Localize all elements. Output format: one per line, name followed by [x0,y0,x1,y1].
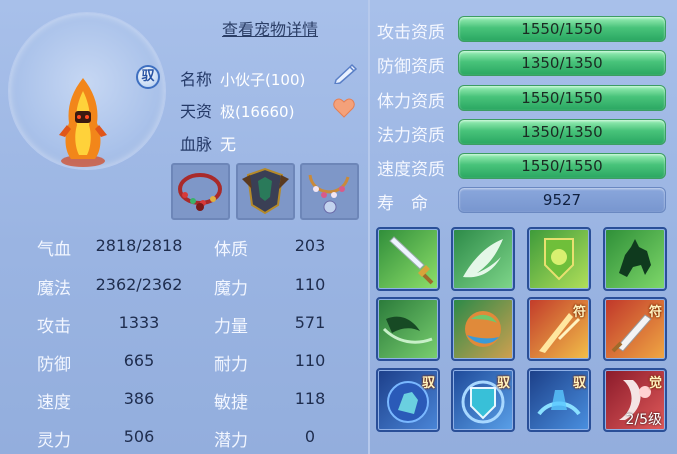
aptitude-label-speed: 速度资质 [377,160,445,180]
stat-label-agility: 敏捷 [214,393,248,413]
skill-blade-talisman[interactable]: 符 [603,297,667,361]
skill-shield-buff[interactable] [527,227,591,291]
stat-label-constitution: 体质 [214,240,248,260]
blood-label: 血脉 [180,135,213,154]
aptitude-value-defense: 1350/1350 [521,54,603,72]
pet-name-row: 名称 小伙子(100) [180,66,305,90]
pet-blood-row: 血脉无 [180,131,236,155]
stat-label-endurance: 耐力 [214,355,248,375]
stat-value-magic-power: 110 [294,275,326,294]
name-value: 小伙子(100) [220,71,306,89]
stat-label-speed: 速度 [37,393,71,413]
stat-value-spirit: 506 [123,427,155,446]
aptitude-value-attack: 1550/1550 [521,20,603,38]
stat-value-defense: 665 [123,351,155,370]
skill-awakening[interactable]: 觉 2/5级 [603,368,667,432]
aptitude-label-stamina: 体力资质 [377,92,445,112]
pet-panel: 驭 查看宠物详情 名称 小伙子(100) 天资 极(16660) 血脉无 气血 … [0,0,677,454]
life-value: 9527 [542,191,582,209]
blood-value: 无 [220,135,237,154]
edit-name-icon[interactable] [330,62,360,84]
stat-label-strength: 力量 [214,317,248,337]
aptitude-bar-magic: 1350/1350 [458,119,666,145]
stat-value-speed: 386 [123,389,155,408]
life-bar: 9527 [458,187,666,213]
aptitude-label-magic: 法力资质 [377,126,445,146]
sword-icon [389,236,434,285]
aptitude-value-speed: 1550/1550 [521,157,603,175]
stat-label-potential: 潜力 [214,431,248,451]
panel-divider [368,0,370,454]
elements-orb-icon [465,311,501,347]
pet-portrait: 驭 [8,12,166,170]
skill-sword-slash[interactable] [376,227,440,291]
name-label: 名称 [180,70,213,89]
stat-value-mp: 2362/2362 [95,275,183,294]
wing-icon [463,239,503,278]
awaken-badge: 觉 [648,376,662,391]
equip-slot-armor[interactable] [236,163,295,220]
stat-value-constitution: 203 [294,236,326,255]
talisman-badge: 符 [572,305,586,320]
stat-label-spirit: 灵力 [37,431,71,451]
stat-label-hp: 气血 [37,240,71,260]
stat-value-attack: 1333 [118,313,160,332]
aptitude-label-defense: 防御资质 [377,57,445,77]
aptitude-bar-defense: 1350/1350 [458,50,666,76]
claw-icon [382,316,433,344]
stat-label-mp: 魔法 [37,279,71,299]
pet-talent-row: 天资 极(16660) [180,98,294,122]
aptitude-bar-speed: 1550/1550 [458,153,666,179]
stat-value-strength: 571 [294,313,326,332]
skill-claw[interactable] [376,297,440,361]
skill-spirit-wave[interactable]: 驭 [527,368,591,432]
dark-armor-icon [242,167,289,215]
red-necklace-icon [178,173,222,211]
aptitude-value-magic: 1350/1350 [521,123,603,141]
stat-label-magic-power: 魔力 [214,279,248,299]
stat-value-potential: 0 [304,427,316,446]
talent-value: 极(16660) [220,103,295,121]
aptitude-bar-stamina: 1550/1550 [458,85,666,111]
equip-slot-necklace-pearl[interactable] [300,163,359,220]
fire-pet-icon [59,78,107,167]
stat-value-hp: 2818/2818 [95,236,183,255]
skill-fire-talisman[interactable]: 符 [527,297,591,361]
talisman-badge: 符 [648,305,662,320]
skill-water-beast[interactable]: 驭 [376,368,440,432]
aptitude-bar-attack: 1550/1550 [458,16,666,42]
emblem-shield-icon [544,238,574,281]
heart-icon[interactable] [333,98,355,118]
stat-label-attack: 攻击 [37,317,71,337]
tame-badge-icon[interactable]: 驭 [136,65,160,89]
tame-badge: 驭 [421,376,435,391]
pet-detail-link[interactable]: 查看宠物详情 [222,16,318,40]
stat-value-endurance: 110 [294,351,326,370]
stat-value-agility: 118 [294,389,326,408]
aptitude-label-attack: 攻击资质 [377,23,445,43]
beast-icon [619,239,651,277]
skill-beast[interactable] [603,227,667,291]
life-label: 寿 命 [377,194,428,214]
tame-badge: 驭 [572,376,586,391]
pearl-necklace-icon [308,174,350,214]
aptitude-value-stamina: 1550/1550 [521,89,603,107]
awaken-level-text: 2/5级 [625,412,662,428]
tame-badge: 驭 [496,376,510,391]
skill-elements[interactable] [451,297,515,361]
talent-label: 天资 [180,102,213,121]
stat-label-defense: 防御 [37,355,71,375]
skill-wing[interactable] [451,227,515,291]
skill-shield[interactable]: 驭 [451,368,515,432]
equip-slot-necklace-red[interactable] [171,163,230,220]
